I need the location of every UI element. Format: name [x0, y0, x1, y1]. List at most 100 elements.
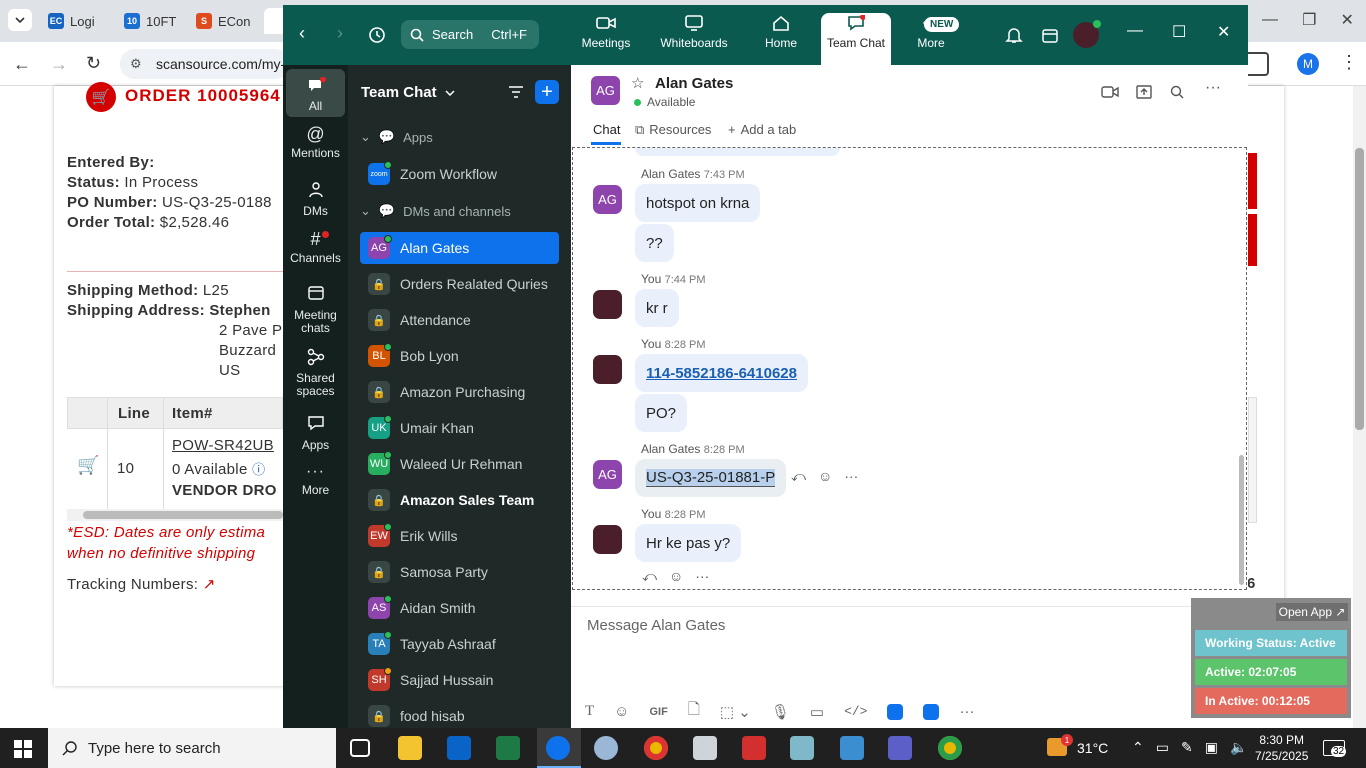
rail-channels[interactable]: # Channels — [283, 230, 348, 265]
close-icon[interactable]: ✕ — [1217, 22, 1230, 42]
open-app-button[interactable]: Open App ↗ — [1276, 603, 1348, 621]
filter-icon[interactable] — [507, 84, 525, 100]
external-link-icon[interactable]: ↗ — [203, 576, 216, 593]
reload-icon[interactable]: ↻ — [86, 53, 101, 74]
battery-icon[interactable]: ▭ — [1156, 739, 1169, 756]
history-icon[interactable] — [368, 26, 386, 44]
emoji-icon[interactable]: ☺ — [614, 703, 629, 720]
network-icon[interactable]: ▣ — [1205, 739, 1218, 756]
zoom-app-icon[interactable] — [887, 703, 904, 720]
file-explorer-icon[interactable] — [398, 736, 422, 760]
browser-menu-icon[interactable]: ⋮ — [1340, 52, 1358, 73]
rail-dms[interactable]: DMs — [283, 181, 348, 218]
star-icon[interactable]: ☆ — [631, 74, 644, 92]
microphone-icon[interactable]: 🎙 — [771, 703, 790, 721]
reply-icon[interactable]: ⤺ — [642, 568, 657, 585]
pen-icon[interactable]: ✎ — [1181, 739, 1193, 756]
rail-more[interactable]: ··· More — [283, 464, 348, 497]
zoom-app-icon[interactable] — [923, 703, 940, 720]
filezilla-icon[interactable] — [742, 736, 766, 760]
more-options-icon[interactable]: ··· — [959, 703, 974, 720]
back-icon[interactable]: ← — [13, 54, 31, 75]
bell-icon[interactable] — [1005, 26, 1023, 44]
nav-forward-icon[interactable]: › — [337, 23, 343, 44]
calculator-icon[interactable] — [693, 736, 717, 760]
share-screen-icon[interactable] — [1136, 84, 1152, 100]
new-chat-button[interactable]: + — [535, 80, 559, 104]
browser-tab[interactable]: EC Logi — [48, 8, 95, 34]
list-item-contact[interactable]: TA Tayyab Ashraaf — [360, 628, 559, 660]
list-item-contact[interactable]: WU Waleed Ur Rehman — [360, 448, 559, 480]
nav-meetings[interactable]: Meetings — [579, 15, 633, 63]
page-scrollbar[interactable] — [1353, 86, 1366, 728]
app-icon[interactable] — [840, 736, 864, 760]
message-bubble[interactable]: kr r — [635, 289, 679, 327]
message-bubble-selected[interactable]: US-Q3-25-01881-P — [635, 459, 787, 497]
tab-list-button[interactable] — [8, 9, 32, 31]
excel-icon[interactable] — [496, 736, 520, 760]
more-options-icon[interactable]: ··· — [844, 468, 858, 485]
nav-team-chat[interactable]: Team Chat — [823, 15, 889, 63]
chat-contact-name[interactable]: Alan Gates — [655, 75, 733, 92]
taskbar-search[interactable]: Type here to search — [48, 728, 336, 768]
rail-apps[interactable]: Apps — [283, 415, 348, 452]
tab-chat[interactable]: Chat — [593, 122, 620, 137]
list-item-channel[interactable]: 🔒 Attendance — [360, 304, 559, 336]
rail-mentions[interactable]: @ Mentions — [283, 125, 348, 160]
teams-icon[interactable] — [888, 736, 912, 760]
video-message-icon[interactable]: ▭ — [810, 703, 824, 721]
code-icon[interactable]: </> — [844, 704, 867, 719]
list-item-channel-unread[interactable]: 🔒 Amazon Sales Team — [360, 484, 559, 516]
chevron-up-icon[interactable]: ⌃ — [1132, 739, 1144, 756]
tab-add[interactable]: + Add a tab — [728, 122, 796, 137]
list-title[interactable]: Team Chat — [361, 84, 455, 101]
tab-resources[interactable]: ⧉ Resources — [635, 122, 711, 138]
search-icon[interactable] — [1170, 85, 1184, 99]
list-item-contact[interactable]: UK Umair Khan — [360, 412, 559, 444]
message-bubble[interactable]: ?? — [635, 224, 674, 262]
active-tab-edge[interactable] — [264, 8, 284, 34]
table-scrollbar[interactable] — [67, 509, 283, 521]
list-item-contact[interactable]: BL Bob Lyon — [360, 340, 559, 372]
list-item-channel[interactable]: 🔒 Samosa Party — [360, 556, 559, 588]
list-item-contact[interactable]: AS Aidan Smith — [360, 592, 559, 624]
chrome-icon[interactable] — [938, 736, 962, 760]
restore-icon[interactable]: ❐ — [1302, 10, 1316, 30]
zoom-search-box[interactable]: Search Ctrl+F — [401, 20, 539, 49]
chrome-icon[interactable] — [644, 736, 668, 760]
message-avatar[interactable] — [593, 355, 622, 384]
rail-shared-spaces[interactable]: Shared spaces — [283, 348, 348, 398]
list-item-channel[interactable]: 🔒 Amazon Purchasing — [360, 376, 559, 408]
list-item-channel[interactable]: 🔒 Orders Realated Quries — [360, 268, 559, 300]
nav-whiteboards[interactable]: Whiteboards — [658, 15, 730, 63]
selected-text[interactable]: US-Q3-25-01881-P — [646, 469, 776, 487]
add-to-cart-icon[interactable]: 🛒 — [77, 455, 99, 476]
page-scroll-thumb[interactable] — [1355, 148, 1364, 430]
add-reaction-icon[interactable]: ☺ — [818, 468, 832, 485]
file-icon[interactable]: 🗋 — [688, 699, 700, 724]
address-field[interactable]: ⚙ scansource.com/my- — [120, 49, 290, 79]
compose-input[interactable]: Message Alan Gates — [587, 617, 725, 634]
task-view-icon[interactable] — [350, 739, 370, 757]
list-item-contact[interactable]: EW Erik Wills — [360, 520, 559, 552]
info-icon[interactable]: ⓘ — [252, 462, 265, 477]
message-link[interactable]: 114-5852186-6410628 — [635, 354, 808, 392]
more-options-icon[interactable]: ··· — [695, 568, 709, 585]
message-avatar[interactable]: AG — [593, 185, 622, 214]
clock[interactable]: 8:30 PM 7/25/2025 — [1255, 732, 1308, 764]
list-item-zoom-workflow[interactable]: zoom Zoom Workflow — [360, 158, 559, 190]
app-icon[interactable] — [594, 736, 618, 760]
list-item-alan-gates[interactable]: AG Alan Gates — [360, 232, 559, 264]
minimize-icon[interactable]: — — [1262, 11, 1278, 29]
apps-section-header[interactable]: ⌄ 💬 Apps — [360, 129, 433, 145]
profile-avatar[interactable]: M — [1297, 53, 1319, 75]
nav-back-icon[interactable]: ‹ — [299, 23, 305, 44]
message-avatar[interactable]: AG — [593, 460, 622, 489]
screenshot-icon[interactable]: ⬚ ⌄ — [720, 703, 751, 721]
forward-icon[interactable]: → — [50, 54, 68, 75]
message-bubble[interactable]: Hr ke pas y? — [635, 524, 742, 562]
add-reaction-icon[interactable]: ☺ — [669, 568, 683, 585]
message-avatar[interactable] — [593, 525, 622, 554]
message-avatar[interactable] — [593, 290, 622, 319]
rail-meeting-chats[interactable]: Meeting chats — [283, 285, 348, 335]
